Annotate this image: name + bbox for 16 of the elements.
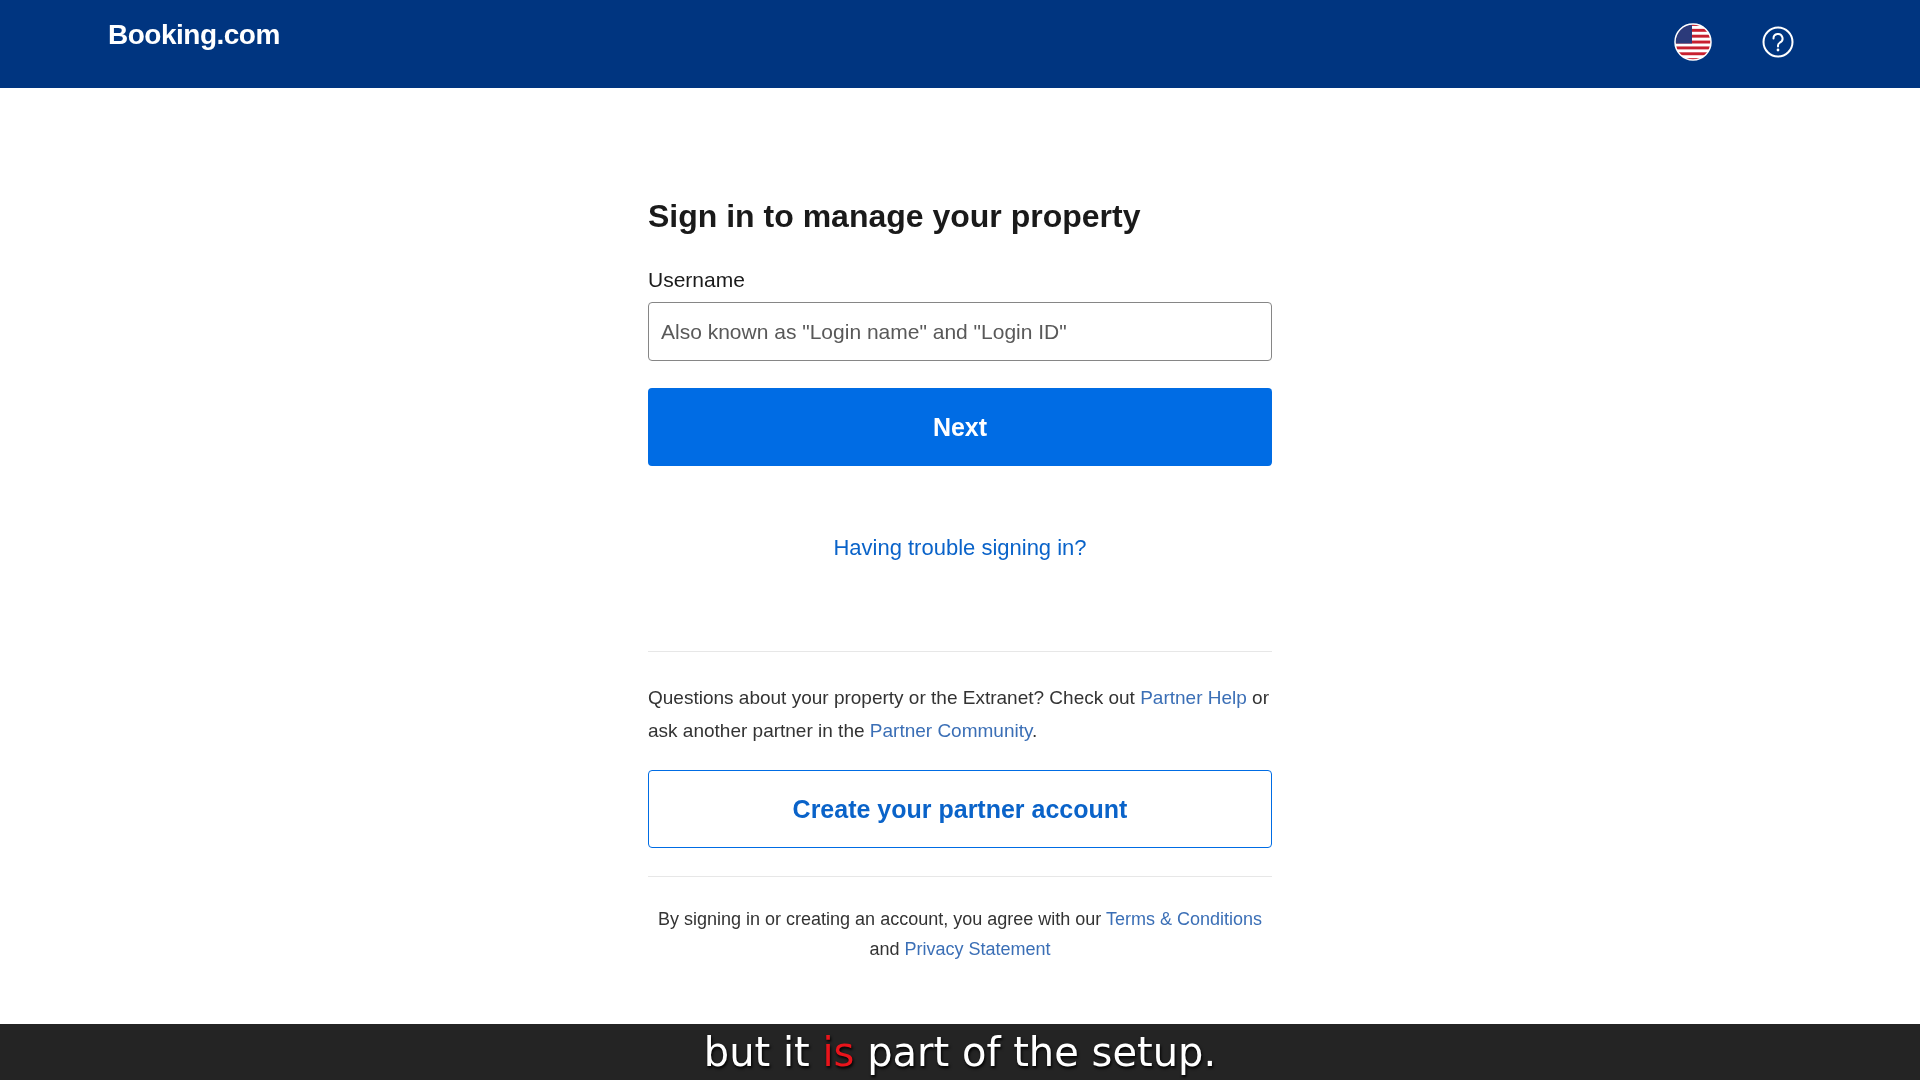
help-paragraph: Questions about your property or the Extranet? Check out Partner Help or ask another partner in the Partner Community. — [648, 686, 1271, 743]
next-button[interactable]: Next — [648, 388, 1272, 466]
flag-icon[interactable] — [1674, 23, 1712, 61]
terms-link[interactable]: Privacy Statement — [904, 939, 1051, 959]
create-account-button[interactable]: Create your partner account — [648, 770, 1272, 848]
terms-paragraph: By signing in or creating an account, you agree with our Terms & Conditions and Privacy Statement — [657, 908, 1263, 961]
field-label: Username — [648, 268, 746, 292]
help-link[interactable]: Partner Help — [1140, 687, 1247, 708]
help-link[interactable]: Partner Community — [869, 720, 1033, 741]
username-field[interactable]: Also known as "Login name" and "Login ID" — [648, 302, 1272, 361]
trouble-link[interactable]: Having trouble signing in? — [833, 535, 1087, 561]
logo[interactable]: Booking.com — [108, 19, 280, 51]
terms-link[interactable]: Terms & Conditions — [1105, 909, 1262, 929]
help-icon[interactable] — [1762, 26, 1794, 58]
caption-text: but it is part of the setup. — [703, 1029, 1217, 1075]
page-title: Sign in to manage your property — [648, 198, 1142, 235]
